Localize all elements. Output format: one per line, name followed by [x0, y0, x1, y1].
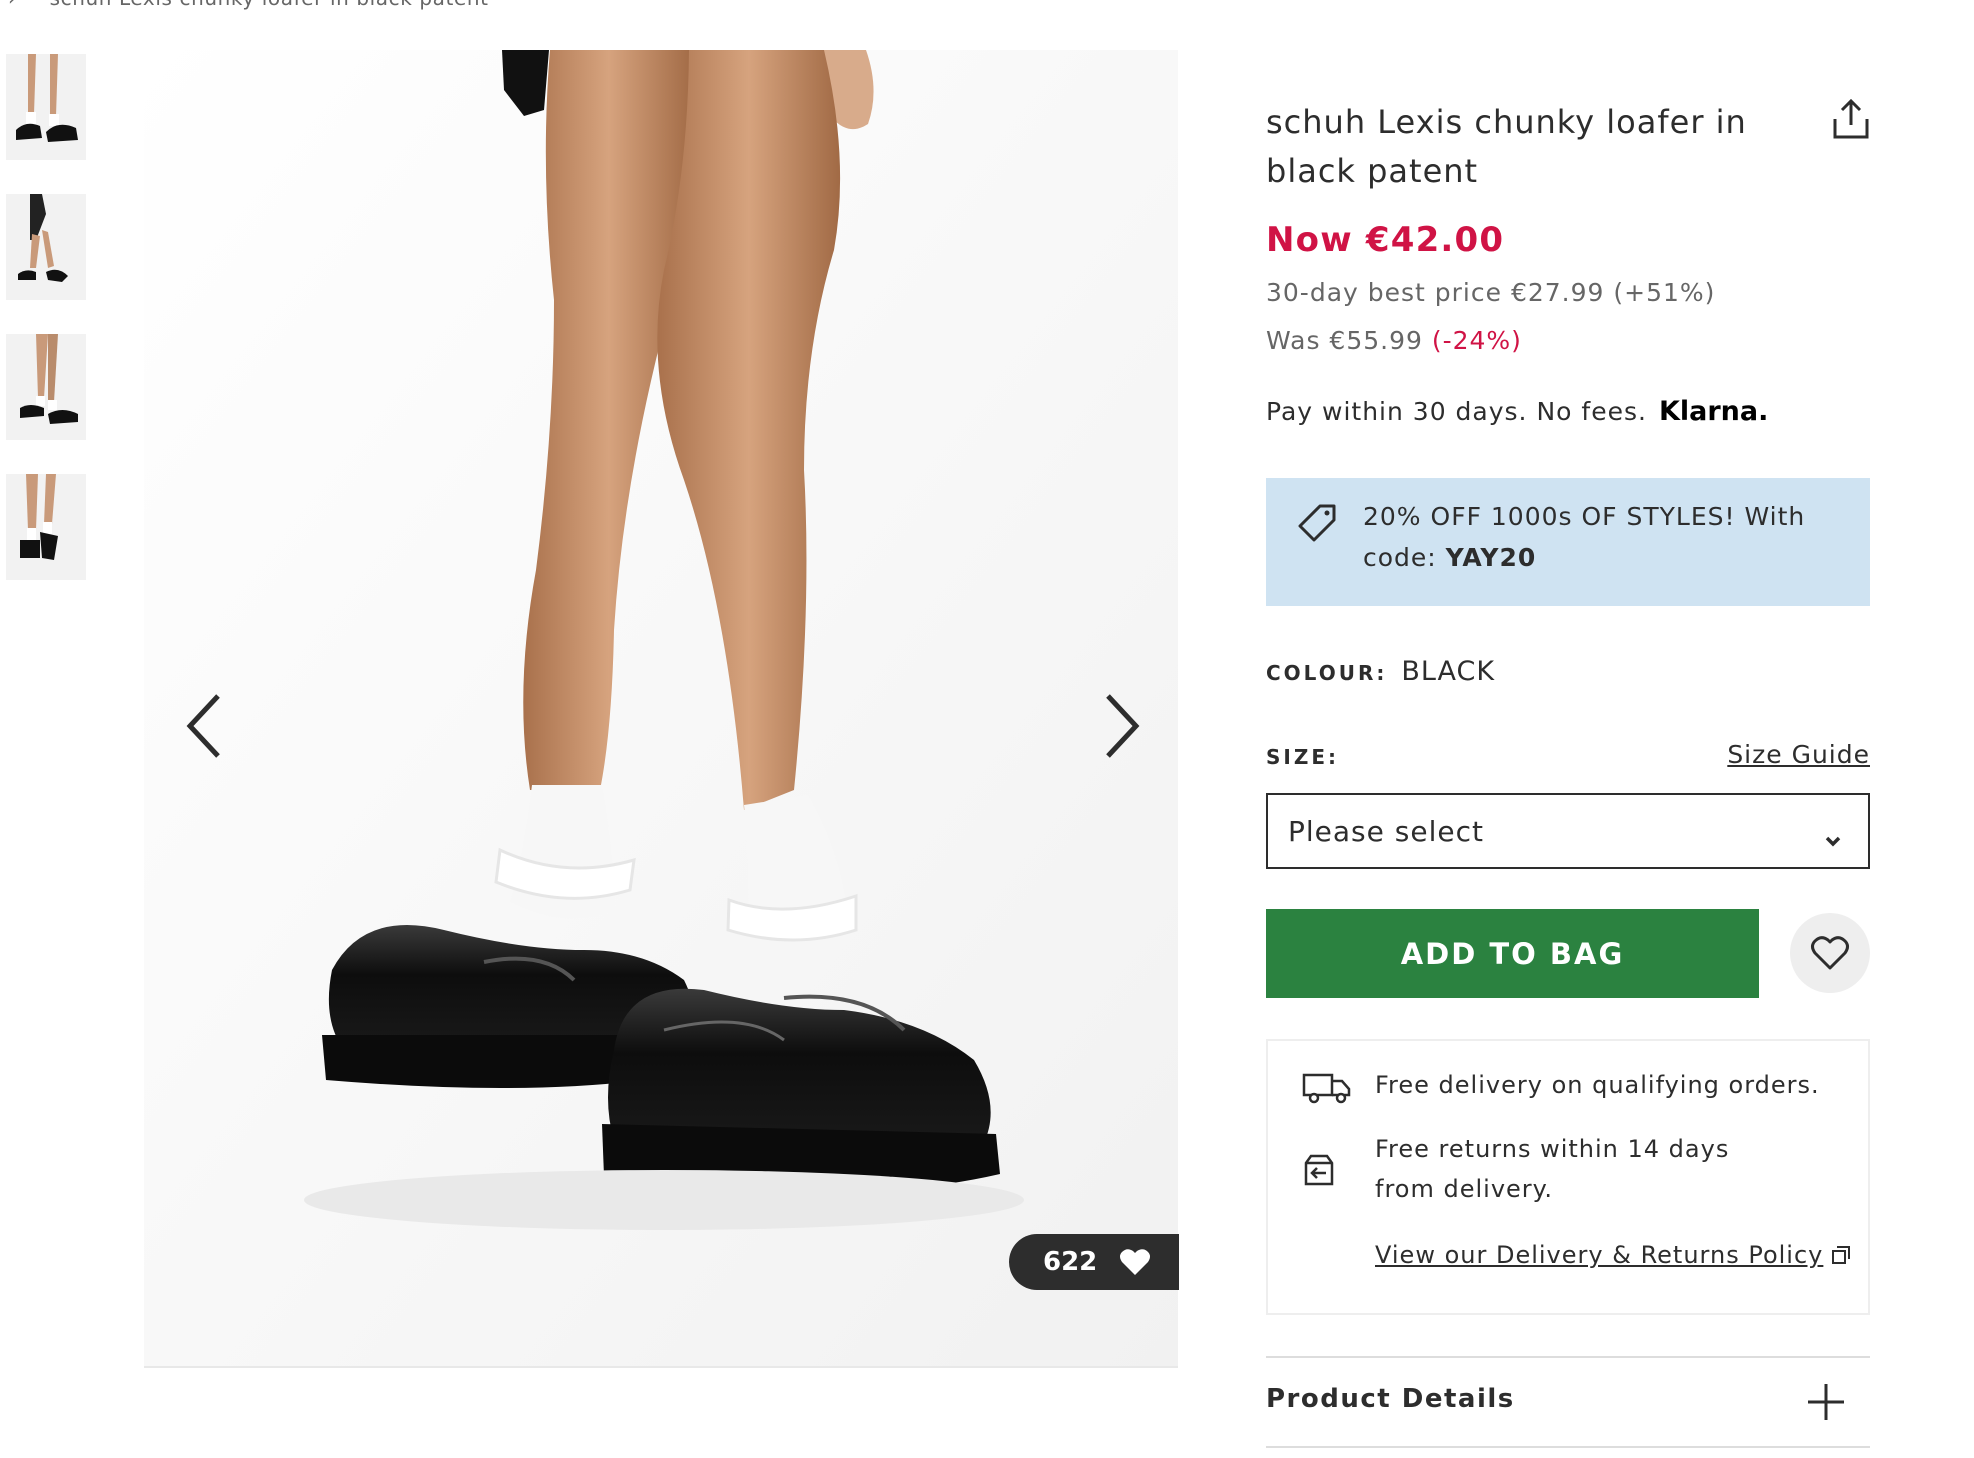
save-count: 622 — [1043, 1247, 1098, 1277]
klarna-logo: Klarna. — [1658, 396, 1769, 427]
returns-icon — [1302, 1153, 1336, 1191]
plus-icon — [1806, 1382, 1846, 1426]
size-select-value: Please select — [1288, 814, 1484, 848]
free-returns-text: Free returns within 14 days from deliver… — [1375, 1135, 1730, 1203]
size-label: SIZE: — [1266, 745, 1340, 769]
truck-icon — [1302, 1071, 1352, 1109]
share-icon — [1833, 98, 1869, 139]
colour-row: COLOUR: BLACK — [1266, 656, 1495, 687]
product-main-image — [144, 50, 1178, 1366]
previous-image-button[interactable] — [178, 680, 238, 770]
promo-banner: 20% OFF 1000s OF STYLES! With code: YAY2… — [1266, 478, 1870, 606]
tag-icon — [1298, 502, 1338, 546]
klarna-info: Pay within 30 days. No fees. Klarna. — [1266, 396, 1768, 427]
divider — [1266, 1446, 1870, 1448]
promo-code: YAY20 — [1445, 543, 1537, 572]
save-for-later-button[interactable] — [1790, 913, 1870, 993]
was-price: Was €55.99 (-24%) — [1266, 326, 1522, 355]
delivery-info-box: Free delivery on qualifying orders. Free… — [1266, 1039, 1870, 1315]
image-divider — [144, 1366, 1178, 1368]
thumbnail-4[interactable] — [6, 474, 86, 580]
chevron-left-icon — [186, 694, 220, 758]
external-link-icon — [1831, 1245, 1851, 1265]
breadcrumb-current[interactable]: schuh Lexis chunky loafer in black paten… — [50, 0, 489, 10]
thumbnail-2[interactable] — [6, 194, 86, 300]
thumbnail-3[interactable] — [6, 334, 86, 440]
klarna-text: Pay within 30 days. No fees. — [1266, 397, 1647, 426]
breadcrumb-separator: › — [8, 0, 17, 10]
product-details-label: Product Details — [1266, 1384, 1515, 1414]
size-select[interactable]: Please select — [1266, 793, 1870, 869]
thumbnail-list — [6, 54, 88, 614]
chevron-down-icon — [1824, 823, 1842, 856]
current-price: Now €42.00 — [1266, 220, 1505, 260]
delivery-returns-policy-link[interactable]: View our Delivery & Returns Policy — [1375, 1241, 1851, 1269]
discount-percent: (-24%) — [1431, 326, 1522, 355]
add-to-bag-button[interactable]: ADD TO BAG — [1266, 909, 1759, 998]
policy-link-text: View our Delivery & Returns Policy — [1375, 1241, 1824, 1269]
next-image-button[interactable] — [1094, 680, 1154, 770]
free-delivery-text: Free delivery on qualifying orders. — [1375, 1071, 1820, 1099]
save-count-badge[interactable]: 622 — [1009, 1234, 1179, 1290]
thumbnail-1[interactable] — [6, 54, 86, 160]
promo-text: 20% OFF 1000s OF STYLES! With code: YAY2… — [1363, 496, 1843, 578]
chevron-right-icon — [1106, 694, 1140, 758]
breadcrumb: › schuh Lexis chunky loafer in black pat… — [8, 0, 489, 10]
colour-value: BLACK — [1401, 656, 1496, 687]
product-title: schuh Lexis chunky loafer in black paten… — [1266, 103, 1747, 190]
promo-message: 20% OFF 1000s OF STYLES! With code: — [1363, 502, 1806, 572]
best-price-info: 30-day best price €27.99 (+51%) — [1266, 278, 1716, 307]
colour-label: COLOUR: — [1266, 661, 1388, 685]
heart-filled-icon — [1119, 1247, 1151, 1277]
product-details-accordion[interactable]: Product Details — [1266, 1358, 1870, 1446]
heart-outline-icon — [1811, 936, 1849, 970]
size-guide-link[interactable]: Size Guide — [1727, 740, 1870, 769]
was-price-value: Was €55.99 — [1266, 326, 1423, 355]
share-button[interactable] — [1829, 97, 1873, 141]
